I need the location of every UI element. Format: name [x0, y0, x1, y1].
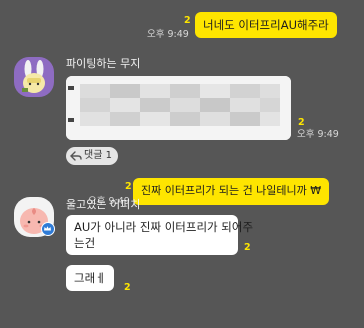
- blurred-message-bubble[interactable]: [66, 76, 291, 140]
- my-message-bubble[interactable]: 너네도 이터프리AU해주라: [195, 12, 337, 38]
- sender-name: 울고있는 어피치: [66, 198, 141, 211]
- reply-count-button[interactable]: 댓글 1: [66, 147, 118, 165]
- crown-icon: [41, 222, 55, 236]
- avatar[interactable]: [14, 57, 54, 97]
- their-message-bubble[interactable]: 그래ㅔ: [66, 265, 114, 291]
- message-time: 오후 9:49: [297, 129, 339, 140]
- my-message-bubble[interactable]: 진짜 이터프리가 되는 건 나일테니까 ₩: [133, 178, 330, 205]
- message-text-line: 는건: [74, 236, 96, 250]
- message-text-line: AU가 아니라 진짜 이터프리가 되어주: [74, 220, 254, 234]
- message-text: 진짜 이터프리가 되는 건 나일테니까 ₩: [141, 184, 322, 197]
- message-text: 그래ㅔ: [74, 271, 106, 285]
- message-time: 오후 9:49: [147, 29, 189, 40]
- reply-count-label: 댓글 1: [84, 150, 112, 161]
- reply-arrow-icon: [70, 151, 82, 161]
- sender-name: 파이팅하는 무지: [66, 57, 141, 70]
- read-count: 2: [184, 15, 191, 26]
- read-count: 2: [124, 282, 131, 293]
- message-text: 너네도 이터프리AU해주라: [203, 18, 329, 32]
- their-message-bubble[interactable]: AU가 아니라 진짜 이터프리가 되어주 는건: [66, 215, 254, 255]
- read-count: 2: [298, 117, 305, 128]
- read-count: 2: [244, 242, 251, 253]
- read-count: 2: [125, 181, 132, 192]
- muzi-avatar-icon: [14, 57, 54, 97]
